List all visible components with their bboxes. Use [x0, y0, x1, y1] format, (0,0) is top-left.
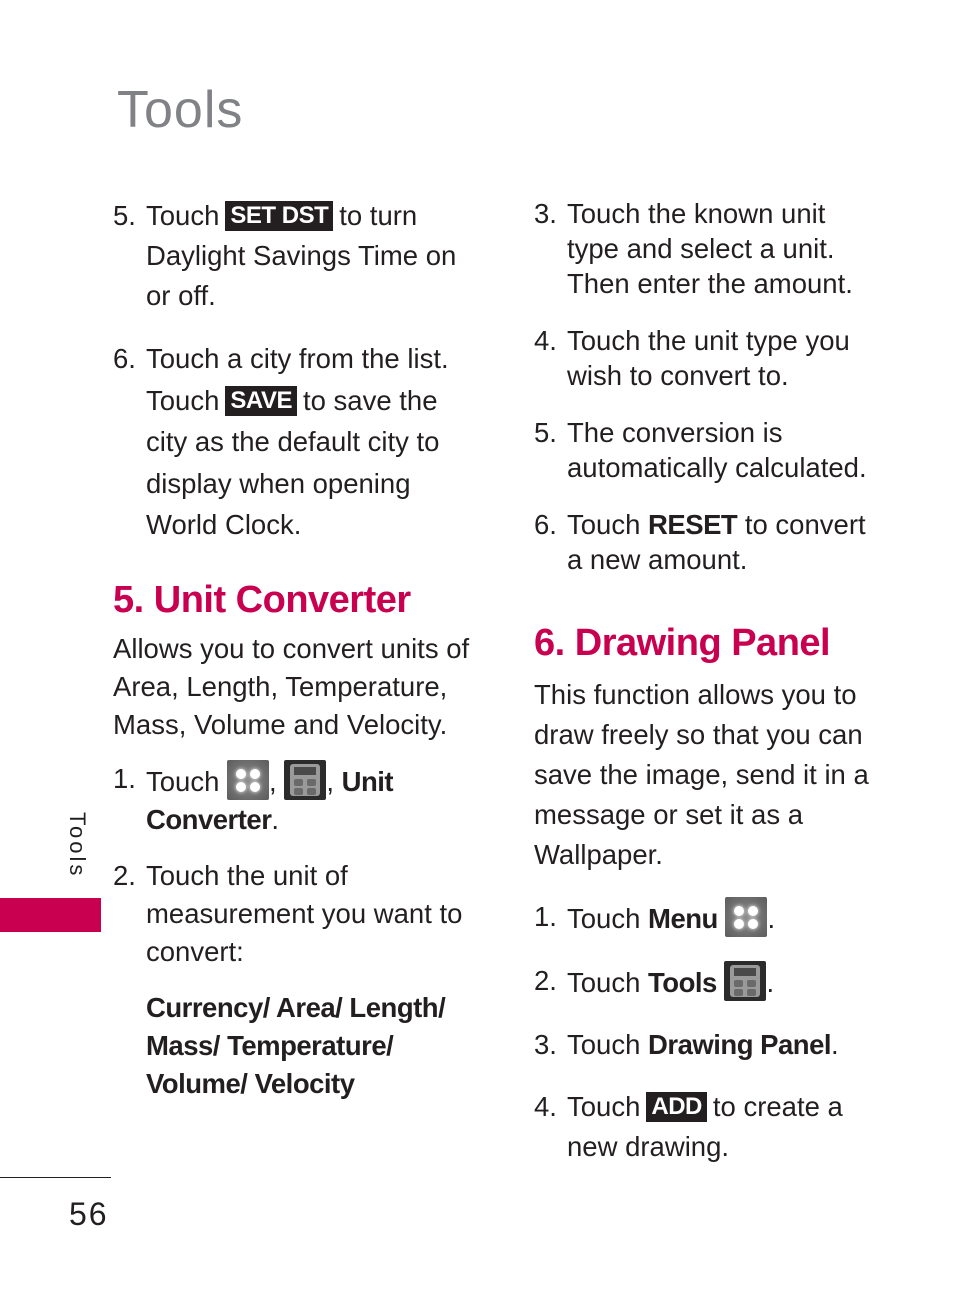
step-number: 3.: [534, 198, 557, 229]
step-number: 6.: [534, 509, 557, 540]
step-touch-drawing-panel: 3. Touch Drawing Panel.: [534, 1025, 884, 1065]
drawing-panel-intro: This function allows you to draw freely …: [534, 679, 869, 870]
drawing-panel-label: Drawing Panel: [648, 1029, 832, 1060]
set-dst-key: SET DST: [225, 201, 334, 231]
punctuation: .: [767, 903, 776, 934]
step-text: Touch: [567, 967, 641, 998]
punctuation: .: [831, 1029, 839, 1060]
step-text: Touch: [567, 1091, 641, 1122]
step-touch-menu: 1. Touch Menu .: [534, 897, 884, 939]
menu-icon: [227, 759, 270, 800]
step-text: Touch the known unit type and select a u…: [567, 198, 853, 299]
step-text: The conversion is automatically calculat…: [567, 417, 867, 483]
page-title: Tools: [117, 81, 244, 139]
step-save-city: 6. Touch a city from the list. Touch SAVE…: [113, 338, 478, 546]
menu-icon: [725, 897, 768, 937]
step-text: Touch: [146, 384, 220, 416]
step-number: 2.: [113, 859, 136, 891]
step-open-unit-converter: 1. Touch , , Unit Converter.: [113, 759, 478, 839]
step-choose-unit: 2. Touch the unit of measurement you wan…: [113, 857, 478, 971]
step-number: 5.: [534, 417, 557, 448]
unit-type-line: Currency/ Area/ Length/: [146, 991, 446, 1023]
tools-icon: [724, 961, 767, 1001]
step-auto-calc: 5. The conversion is automatically calcu…: [534, 415, 884, 485]
section-heading-unit-converter: 5. Unit Converter: [113, 578, 411, 621]
step-text: Touch the unit type you wish to convert …: [567, 325, 850, 391]
step-known-unit: 3. Touch the known unit type and select …: [534, 196, 884, 301]
unit-type-list: Currency/ Area/ Length/ Mass/ Temperatur…: [113, 989, 478, 1103]
punctuation: .: [766, 967, 775, 998]
step-text: Touch: [146, 200, 220, 231]
step-text: Touch: [146, 765, 220, 797]
side-tab-marker: [0, 898, 101, 932]
step-number: 1.: [534, 901, 557, 932]
step-text: Touch: [567, 903, 641, 934]
step-number: 2.: [534, 965, 557, 996]
step-text: Touch: [567, 509, 641, 540]
footer-rule: [0, 1177, 111, 1178]
step-add-drawing: 4. Touch ADD to create a new drawing.: [534, 1087, 884, 1167]
step-set-dst: 5. Touch SET DST to turn Daylight Savings …: [113, 196, 478, 316]
step-number: 3.: [534, 1029, 557, 1060]
step-text: Touch a city from the list.: [146, 343, 449, 374]
step-target-unit: 4. Touch the unit type you wish to conve…: [534, 323, 884, 393]
step-number: 5.: [113, 200, 136, 231]
section-heading-drawing-panel: 6. Drawing Panel: [534, 622, 831, 664]
step-text: Touch the unit of measurement you want t…: [146, 859, 463, 967]
step-text: Touch: [567, 1029, 641, 1060]
right-column: 3. Touch the known unit type and select …: [534, 196, 884, 1167]
punctuation: .: [271, 803, 280, 835]
step-reset: 6. Touch RESET to convert a new amount.: [534, 507, 884, 577]
unit-converter-intro: Allows you to convert units of Area, Len…: [113, 632, 470, 740]
step-number: 1.: [113, 762, 136, 794]
save-key: SAVE: [225, 385, 297, 416]
tools-label: Tools: [648, 967, 717, 998]
tools-icon: [284, 759, 327, 800]
menu-label: Menu: [648, 903, 718, 934]
step-number: 4.: [534, 325, 557, 356]
step-number: 6.: [113, 343, 136, 374]
step-number: 4.: [534, 1091, 557, 1122]
reset-label: RESET: [648, 509, 738, 540]
add-key: ADD: [646, 1092, 707, 1122]
left-column: 5. Touch SET DST to turn Daylight Savings …: [113, 196, 478, 1103]
step-touch-tools: 2. Touch Tools .: [534, 961, 884, 1003]
unit-type-line: Mass/ Temperature/: [146, 1029, 394, 1061]
side-tab-label: Tools: [65, 812, 90, 879]
unit-type-line: Volume/ Velocity: [146, 1067, 355, 1099]
page-number: 56: [69, 1196, 109, 1232]
